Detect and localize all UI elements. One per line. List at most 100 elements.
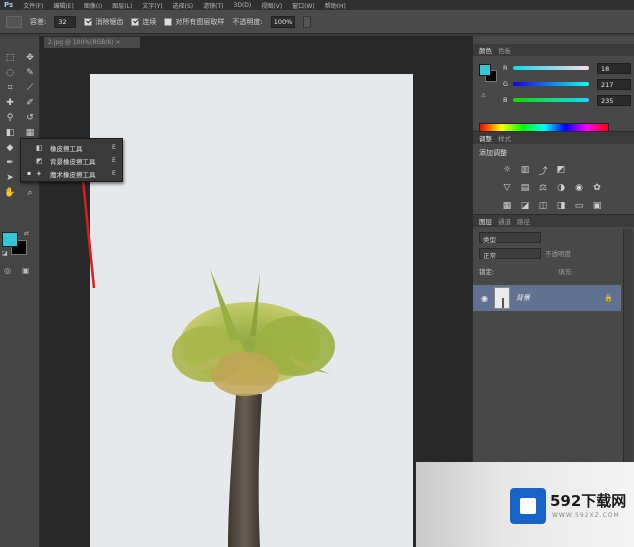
layer-lock-icon: 🔒 (604, 294, 613, 302)
pen-tool-icon[interactable]: ✒ (0, 155, 20, 170)
blend-mode-dropdown[interactable]: 正常 (479, 247, 541, 260)
lasso-tool-icon[interactable]: ◌ (0, 65, 20, 80)
layer-name: 背景 (515, 294, 530, 302)
panel-foreground-swatch[interactable] (479, 64, 491, 76)
history-brush-tool-icon[interactable]: ↺ (20, 110, 40, 125)
green-value-input[interactable]: 217 (597, 78, 631, 90)
menu-3d[interactable]: 3D(D) (234, 2, 252, 9)
contiguous-checkbox[interactable]: 连续 (131, 17, 156, 27)
exposure-icon[interactable]: ◩ (553, 162, 569, 178)
vibrance-icon[interactable]: ▽ (499, 180, 515, 196)
document-tab[interactable]: 2.jpg @ 100%(RGB/8) × (44, 37, 140, 48)
green-slider[interactable] (513, 82, 589, 86)
spacer-icon (571, 162, 587, 178)
tab-styles[interactable]: 样式 (498, 133, 511, 143)
hand-tool-icon[interactable]: ✋ (0, 185, 20, 200)
path-select-tool-icon[interactable]: ➤ (0, 170, 20, 185)
layer-row[interactable]: ◉ 背景 🔒 (473, 285, 621, 311)
invert-icon[interactable]: ◪ (517, 198, 533, 214)
opacity-dropdown-arrow[interactable] (302, 15, 311, 28)
move-tool-icon[interactable]: ✥ (20, 50, 40, 65)
curves-icon[interactable]: ⤴ (535, 162, 551, 178)
document-close-icon[interactable]: × (115, 39, 120, 46)
menu-filter[interactable]: 滤镜(T) (203, 1, 223, 10)
lock-label: 锁定: (479, 268, 495, 276)
magic-eraser-icon: ✦ (36, 169, 42, 178)
tab-swatches[interactable]: 色板 (498, 45, 511, 55)
selective-color-icon[interactable]: ▣ (589, 198, 605, 214)
opacity-input[interactable]: 100% (270, 15, 295, 28)
eyedropper-tool-icon[interactable]: ⟋ (20, 80, 40, 95)
site-watermark: 592下载网 WWW.592XZ.COM (416, 462, 634, 547)
healing-brush-tool-icon[interactable]: ✚ (0, 95, 20, 110)
flyout-magic-eraser-tool[interactable]: ▪ ✦ 魔术橡皮擦工具 E (21, 167, 122, 180)
red-slider[interactable] (513, 66, 589, 70)
spacer-icon (589, 162, 605, 178)
checkbox-unchecked-icon (164, 17, 173, 26)
tab-channels[interactable]: 通道 (498, 216, 511, 226)
menu-type[interactable]: 文字(Y) (142, 1, 162, 10)
tools-panel: ⬚ ✥ ◌ ✎ ⌗ ⟋ ✚ ✐ ⚲ ↺ ◧ ▦ ◆ ● ✒ T ➤ ▭ ✋ ⌕ … (0, 36, 40, 547)
document-tab-title: 2.jpg @ 100%(RGB/8) (48, 39, 114, 46)
blue-value-input[interactable]: 235 (597, 94, 631, 106)
flyout-eraser-tool[interactable]: ◧ 橡皮擦工具 E (21, 141, 122, 154)
adjustments-title: 添加调整 (479, 149, 507, 157)
layer-kind-filter[interactable]: 类型 (479, 231, 541, 244)
brush-tool-icon[interactable]: ✐ (20, 95, 40, 110)
brightness-contrast-icon[interactable]: ☼ (499, 162, 515, 178)
hue-saturation-icon[interactable]: ▤ (517, 180, 533, 196)
color-lookup-icon[interactable]: ▦ (499, 198, 515, 214)
watermark-brand: 592下载网 (550, 492, 627, 510)
default-colors-icon[interactable]: ◪ (2, 250, 8, 257)
menu-window[interactable]: 窗口(W) (292, 1, 315, 10)
menu-help[interactable]: 帮助(H) (325, 1, 346, 10)
visibility-eye-icon[interactable]: ◉ (481, 294, 488, 303)
photo-filter-icon[interactable]: ◉ (571, 180, 587, 196)
blur-tool-icon[interactable]: ◆ (0, 140, 20, 155)
zoom-tool-icon[interactable]: ⌕ (20, 185, 40, 200)
foreground-color-swatch[interactable] (2, 232, 18, 247)
swap-colors-icon[interactable]: ⇄ (24, 230, 29, 237)
gradient-map-icon[interactable]: ▭ (571, 198, 587, 214)
tab-adjustments[interactable]: 调整 (479, 133, 492, 143)
menu-file[interactable]: 文件(F) (23, 1, 43, 10)
sample-all-layers-checkbox[interactable]: 对所有图层取样 (164, 17, 224, 27)
menu-view[interactable]: 视图(V) (261, 1, 282, 10)
menu-layer[interactable]: 图层(L) (112, 1, 132, 10)
background-eraser-icon: ◩ (36, 156, 43, 165)
image-canvas[interactable] (90, 74, 413, 547)
screen-mode-icon[interactable]: ▣ (22, 266, 30, 275)
quick-mask-icon[interactable]: ◎ (4, 266, 11, 275)
red-channel-row: R 18 (503, 62, 633, 74)
clone-stamp-tool-icon[interactable]: ⚲ (0, 110, 20, 125)
quick-select-tool-icon[interactable]: ✎ (20, 65, 40, 80)
menu-image[interactable]: 图像(I) (84, 1, 102, 10)
tolerance-input[interactable]: 32 (54, 15, 77, 28)
menu-edit[interactable]: 编辑(E) (53, 1, 73, 10)
crop-tool-icon[interactable]: ⌗ (0, 80, 20, 95)
threshold-icon[interactable]: ◨ (553, 198, 569, 214)
out-of-gamut-warning-icon[interactable]: ⚠ (481, 92, 486, 99)
levels-icon[interactable]: ▥ (517, 162, 533, 178)
marquee-tool-icon[interactable]: ⬚ (0, 50, 20, 65)
flyout-background-eraser-tool[interactable]: ◩ 背景橡皮擦工具 E (21, 154, 122, 167)
tab-paths[interactable]: 路径 (517, 216, 530, 226)
color-balance-icon[interactable]: ⚖ (535, 180, 551, 196)
antialias-checkbox[interactable]: 消除锯齿 (84, 17, 123, 27)
tool-preset-picker[interactable] (6, 15, 22, 28)
eraser-tool-icon[interactable]: ◧ (0, 125, 20, 140)
posterize-icon[interactable]: ◫ (535, 198, 551, 214)
app-logo: Ps (4, 1, 14, 9)
blue-slider[interactable] (513, 98, 589, 102)
checkbox-checked-icon (131, 17, 140, 26)
checkbox-checked-icon (84, 17, 93, 26)
red-value-input[interactable]: 18 (597, 62, 631, 74)
watermark-logo-icon (510, 488, 546, 524)
tab-color[interactable]: 颜色 (479, 45, 492, 55)
eraser-icon: ◧ (36, 143, 43, 152)
black-white-icon[interactable]: ◑ (553, 180, 569, 196)
channel-mixer-icon[interactable]: ✿ (589, 180, 605, 196)
tab-layers[interactable]: 图层 (479, 216, 492, 226)
menu-select[interactable]: 选择(S) (173, 1, 194, 10)
eraser-tool-flyout: ◧ 橡皮擦工具 E ◩ 背景橡皮擦工具 E ▪ ✦ 魔术橡皮擦工具 E (20, 138, 123, 182)
